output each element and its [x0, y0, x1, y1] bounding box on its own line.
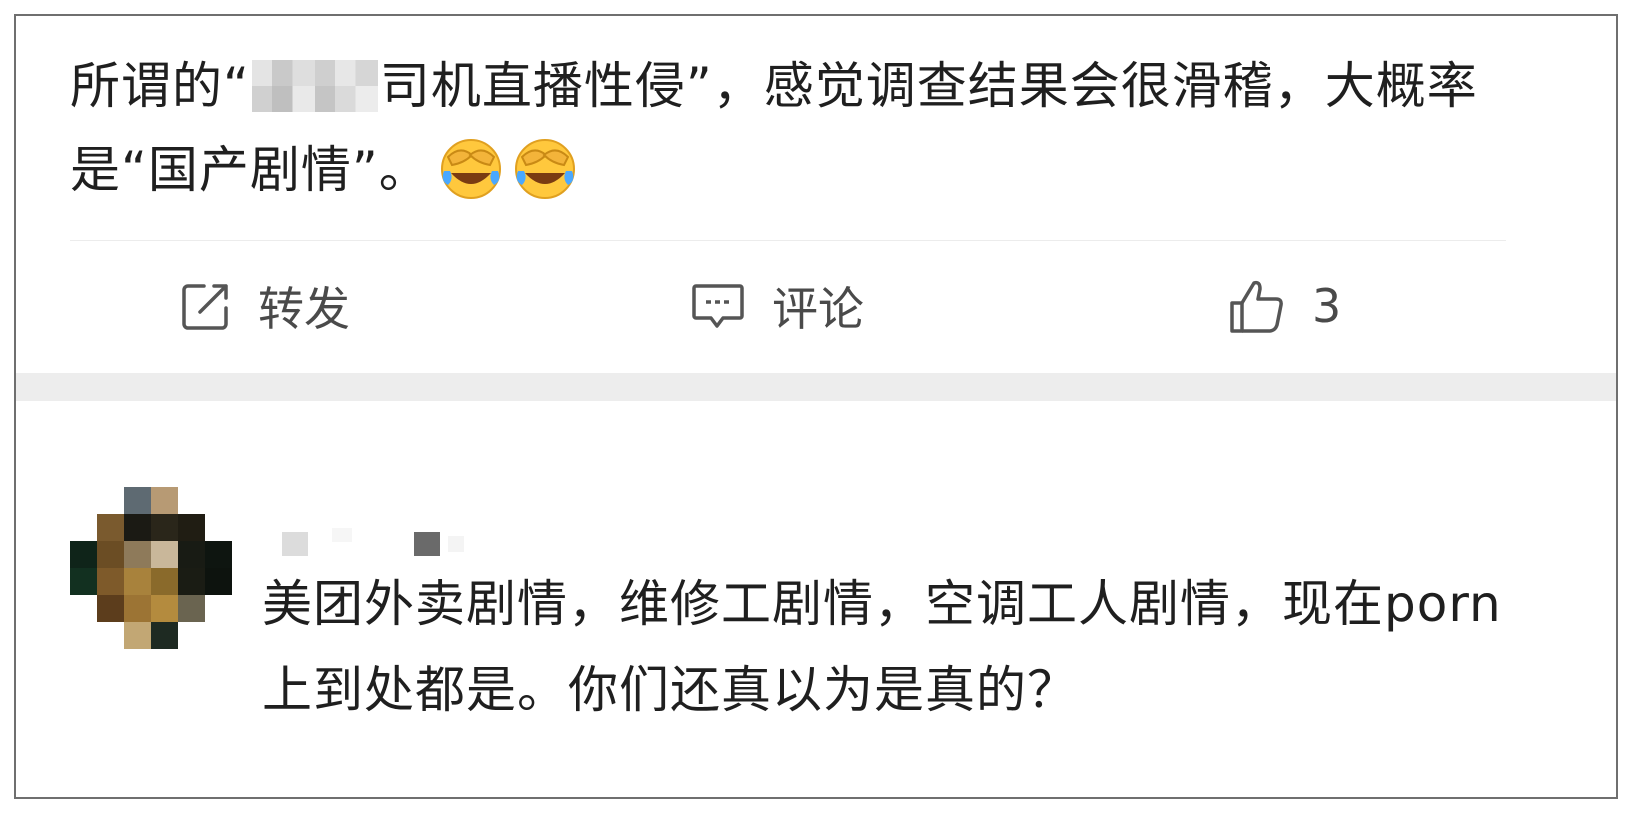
repost-icon: [180, 280, 232, 332]
repost-label: 转发: [258, 282, 350, 336]
comment-label: 评论: [772, 282, 864, 336]
comment-item: 美团外卖剧情，维修工剧情，空调工人剧情，现在porn上到处都是。你们还真以为是真…: [16, 401, 1616, 797]
like-count: 3: [1312, 279, 1342, 333]
screenshot-frame: 所谓的“ 司机直播性侵”，感觉调查结果会很滑稽，大概率是“国产剧情”。 转发 评…: [14, 14, 1618, 799]
post-action-bar: 转发 评论 3: [16, 266, 1616, 346]
comment-bubble-icon: [690, 280, 746, 332]
like-button[interactable]: 3: [1228, 266, 1341, 346]
laugh-crying-face-icon: [512, 135, 578, 201]
redacted-text-block: [251, 59, 378, 112]
post-text-prefix: 所谓的“: [70, 57, 250, 115]
thumbs-up-icon: [1228, 277, 1286, 335]
redacted-username[interactable]: [282, 528, 502, 558]
post-divider: [70, 240, 1506, 241]
comment-button[interactable]: 评论: [690, 266, 864, 346]
section-separator: [16, 373, 1616, 401]
laugh-crying-face-icon: [438, 135, 504, 201]
repost-button[interactable]: 转发: [180, 266, 350, 346]
comment-text: 美团外卖剧情，维修工剧情，空调工人剧情，现在porn上到处都是。你们还真以为是真…: [262, 575, 1502, 719]
post-card: 所谓的“ 司机直播性侵”，感觉调查结果会很滑稽，大概率是“国产剧情”。 转发 评…: [16, 16, 1616, 391]
post-text: 所谓的“ 司机直播性侵”，感觉调查结果会很滑稽，大概率是“国产剧情”。: [70, 44, 1510, 212]
avatar[interactable]: [70, 487, 232, 649]
